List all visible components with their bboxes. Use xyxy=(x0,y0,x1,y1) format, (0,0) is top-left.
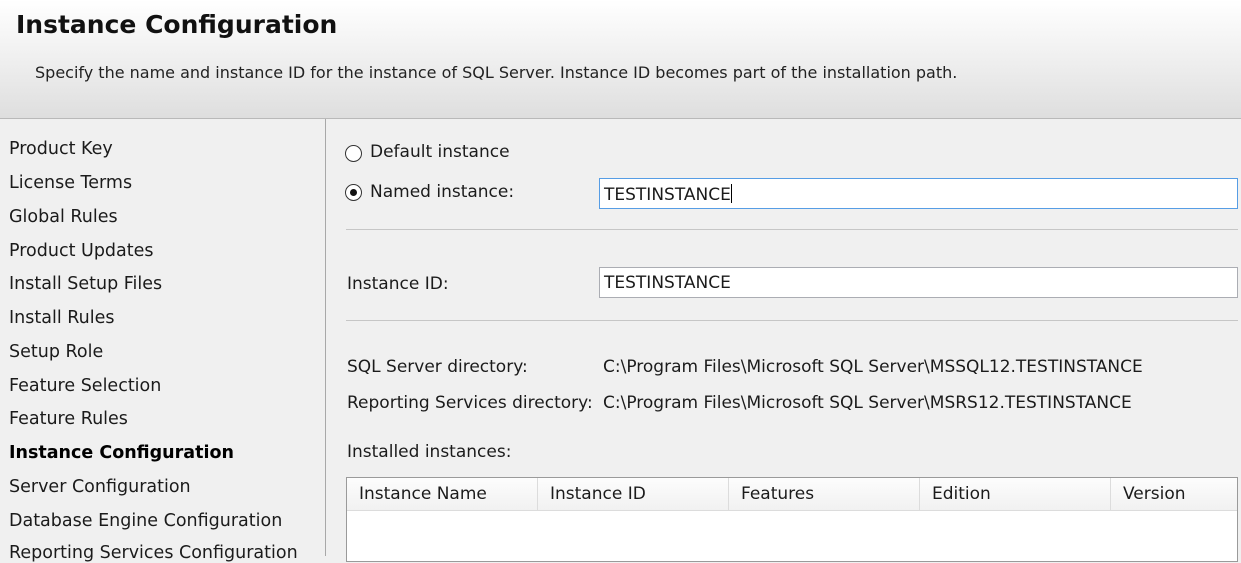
page-subtitle: Specify the name and instance ID for the… xyxy=(35,63,958,82)
sidebar-item-database-engine-configuration[interactable]: Database Engine Configuration xyxy=(9,511,282,531)
page-title: Instance Configuration xyxy=(16,10,338,39)
sql-server-directory-label: SQL Server directory: xyxy=(347,357,528,377)
instance-id-input[interactable]: TESTINSTANCE xyxy=(599,267,1238,298)
named-instance-radio[interactable] xyxy=(345,184,362,201)
sidebar-item-install-rules[interactable]: Install Rules xyxy=(9,308,114,328)
separator xyxy=(346,320,1238,321)
instance-id-label: Instance ID: xyxy=(347,274,449,294)
setup-steps-sidebar: Product Key License Terms Global Rules P… xyxy=(0,119,326,563)
sidebar-item-feature-selection[interactable]: Feature Selection xyxy=(9,376,161,396)
sidebar-item-server-configuration[interactable]: Server Configuration xyxy=(9,477,191,497)
named-instance-input[interactable]: TESTINSTANCE xyxy=(599,178,1238,209)
reporting-services-directory-label: Reporting Services directory: xyxy=(347,393,593,413)
sidebar-item-license-terms[interactable]: License Terms xyxy=(9,173,132,193)
default-instance-radio[interactable] xyxy=(345,145,362,162)
column-header-instance-name[interactable]: Instance Name xyxy=(347,478,538,510)
sidebar-item-product-key[interactable]: Product Key xyxy=(9,139,113,159)
sidebar-item-setup-role[interactable]: Setup Role xyxy=(9,342,103,362)
default-instance-label[interactable]: Default instance xyxy=(370,142,510,162)
named-instance-label[interactable]: Named instance: xyxy=(370,182,514,202)
column-header-instance-id[interactable]: Instance ID xyxy=(538,478,729,510)
installed-instances-table[interactable]: Instance Name Instance ID Features Editi… xyxy=(346,477,1238,562)
separator xyxy=(346,229,1238,230)
page-header: Instance Configuration Specify the name … xyxy=(0,0,1241,119)
sql-server-directory-value: C:\Program Files\Microsoft SQL Server\MS… xyxy=(603,357,1143,377)
text-caret xyxy=(730,184,732,203)
reporting-services-directory-value: C:\Program Files\Microsoft SQL Server\MS… xyxy=(603,393,1132,413)
sidebar-item-install-setup-files[interactable]: Install Setup Files xyxy=(9,274,162,294)
sidebar-item-feature-rules[interactable]: Feature Rules xyxy=(9,409,128,429)
sidebar-item-product-updates[interactable]: Product Updates xyxy=(9,241,154,261)
sidebar-item-reporting-services-configuration[interactable]: Reporting Services Configuration xyxy=(9,543,298,563)
installed-instances-label: Installed instances: xyxy=(347,442,512,462)
sidebar-item-instance-configuration[interactable]: Instance Configuration xyxy=(9,443,234,463)
column-header-features[interactable]: Features xyxy=(729,478,920,510)
table-header: Instance Name Instance ID Features Editi… xyxy=(347,478,1237,511)
column-header-edition[interactable]: Edition xyxy=(920,478,1111,510)
column-header-version[interactable]: Version xyxy=(1111,478,1239,510)
instance-id-value: TESTINSTANCE xyxy=(604,273,731,293)
named-instance-value: TESTINSTANCE xyxy=(604,185,731,205)
sidebar-item-global-rules[interactable]: Global Rules xyxy=(9,207,118,227)
